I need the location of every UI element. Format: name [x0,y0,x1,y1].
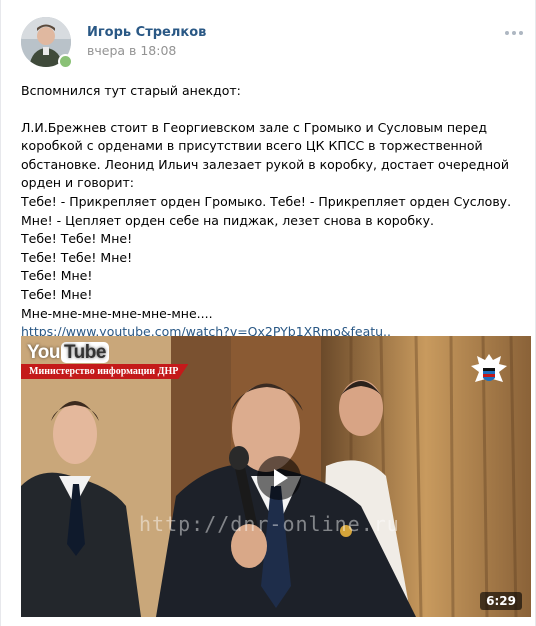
video-attachment[interactable]: You Tube Министерство информации ДНР http… [21,336,531,617]
play-icon [274,469,288,487]
wall-post: Игорь Стрелков вчера в 18:08 Вспомнился … [0,0,536,626]
play-button[interactable] [257,456,301,500]
ministry-banner: Министерство информации ДНР [21,364,189,379]
post-text: Вспомнился тут старый анекдот: Л.И.Брежн… [21,82,521,342]
youtube-logo: You Tube [27,342,109,364]
post-author-name[interactable]: Игорь Стрелков [87,25,206,40]
post-menu-button[interactable] [503,26,525,40]
video-duration: 6:29 [480,592,522,610]
three-dots-icon [505,31,509,35]
post-paragraph: Тебе! Тебе! Мне! [21,249,133,265]
post-paragraph: Вспомнился тут старый анекдот: [21,83,241,98]
video-watermark: http://dnr-online.ru [139,512,400,536]
post-paragraph: Л.И.Брежнев стоит в Георгиевском зале с … [21,119,509,191]
post-paragraph: Тебе! - Прикрепляет орден Громыко. Тебе!… [21,193,512,228]
post-paragraph: Тебе! Тебе! Мне! [21,231,133,247]
online-status-icon [58,54,73,69]
post-paragraph: Мне-мне-мне-мне-мне-мне.... [21,305,213,321]
post-paragraph: Тебе! Мне! [21,268,93,284]
post-timestamp[interactable]: вчера в 18:08 [87,43,176,58]
dnr-emblem-icon [471,354,507,382]
post-paragraph: Тебе! Мне! [21,286,93,302]
